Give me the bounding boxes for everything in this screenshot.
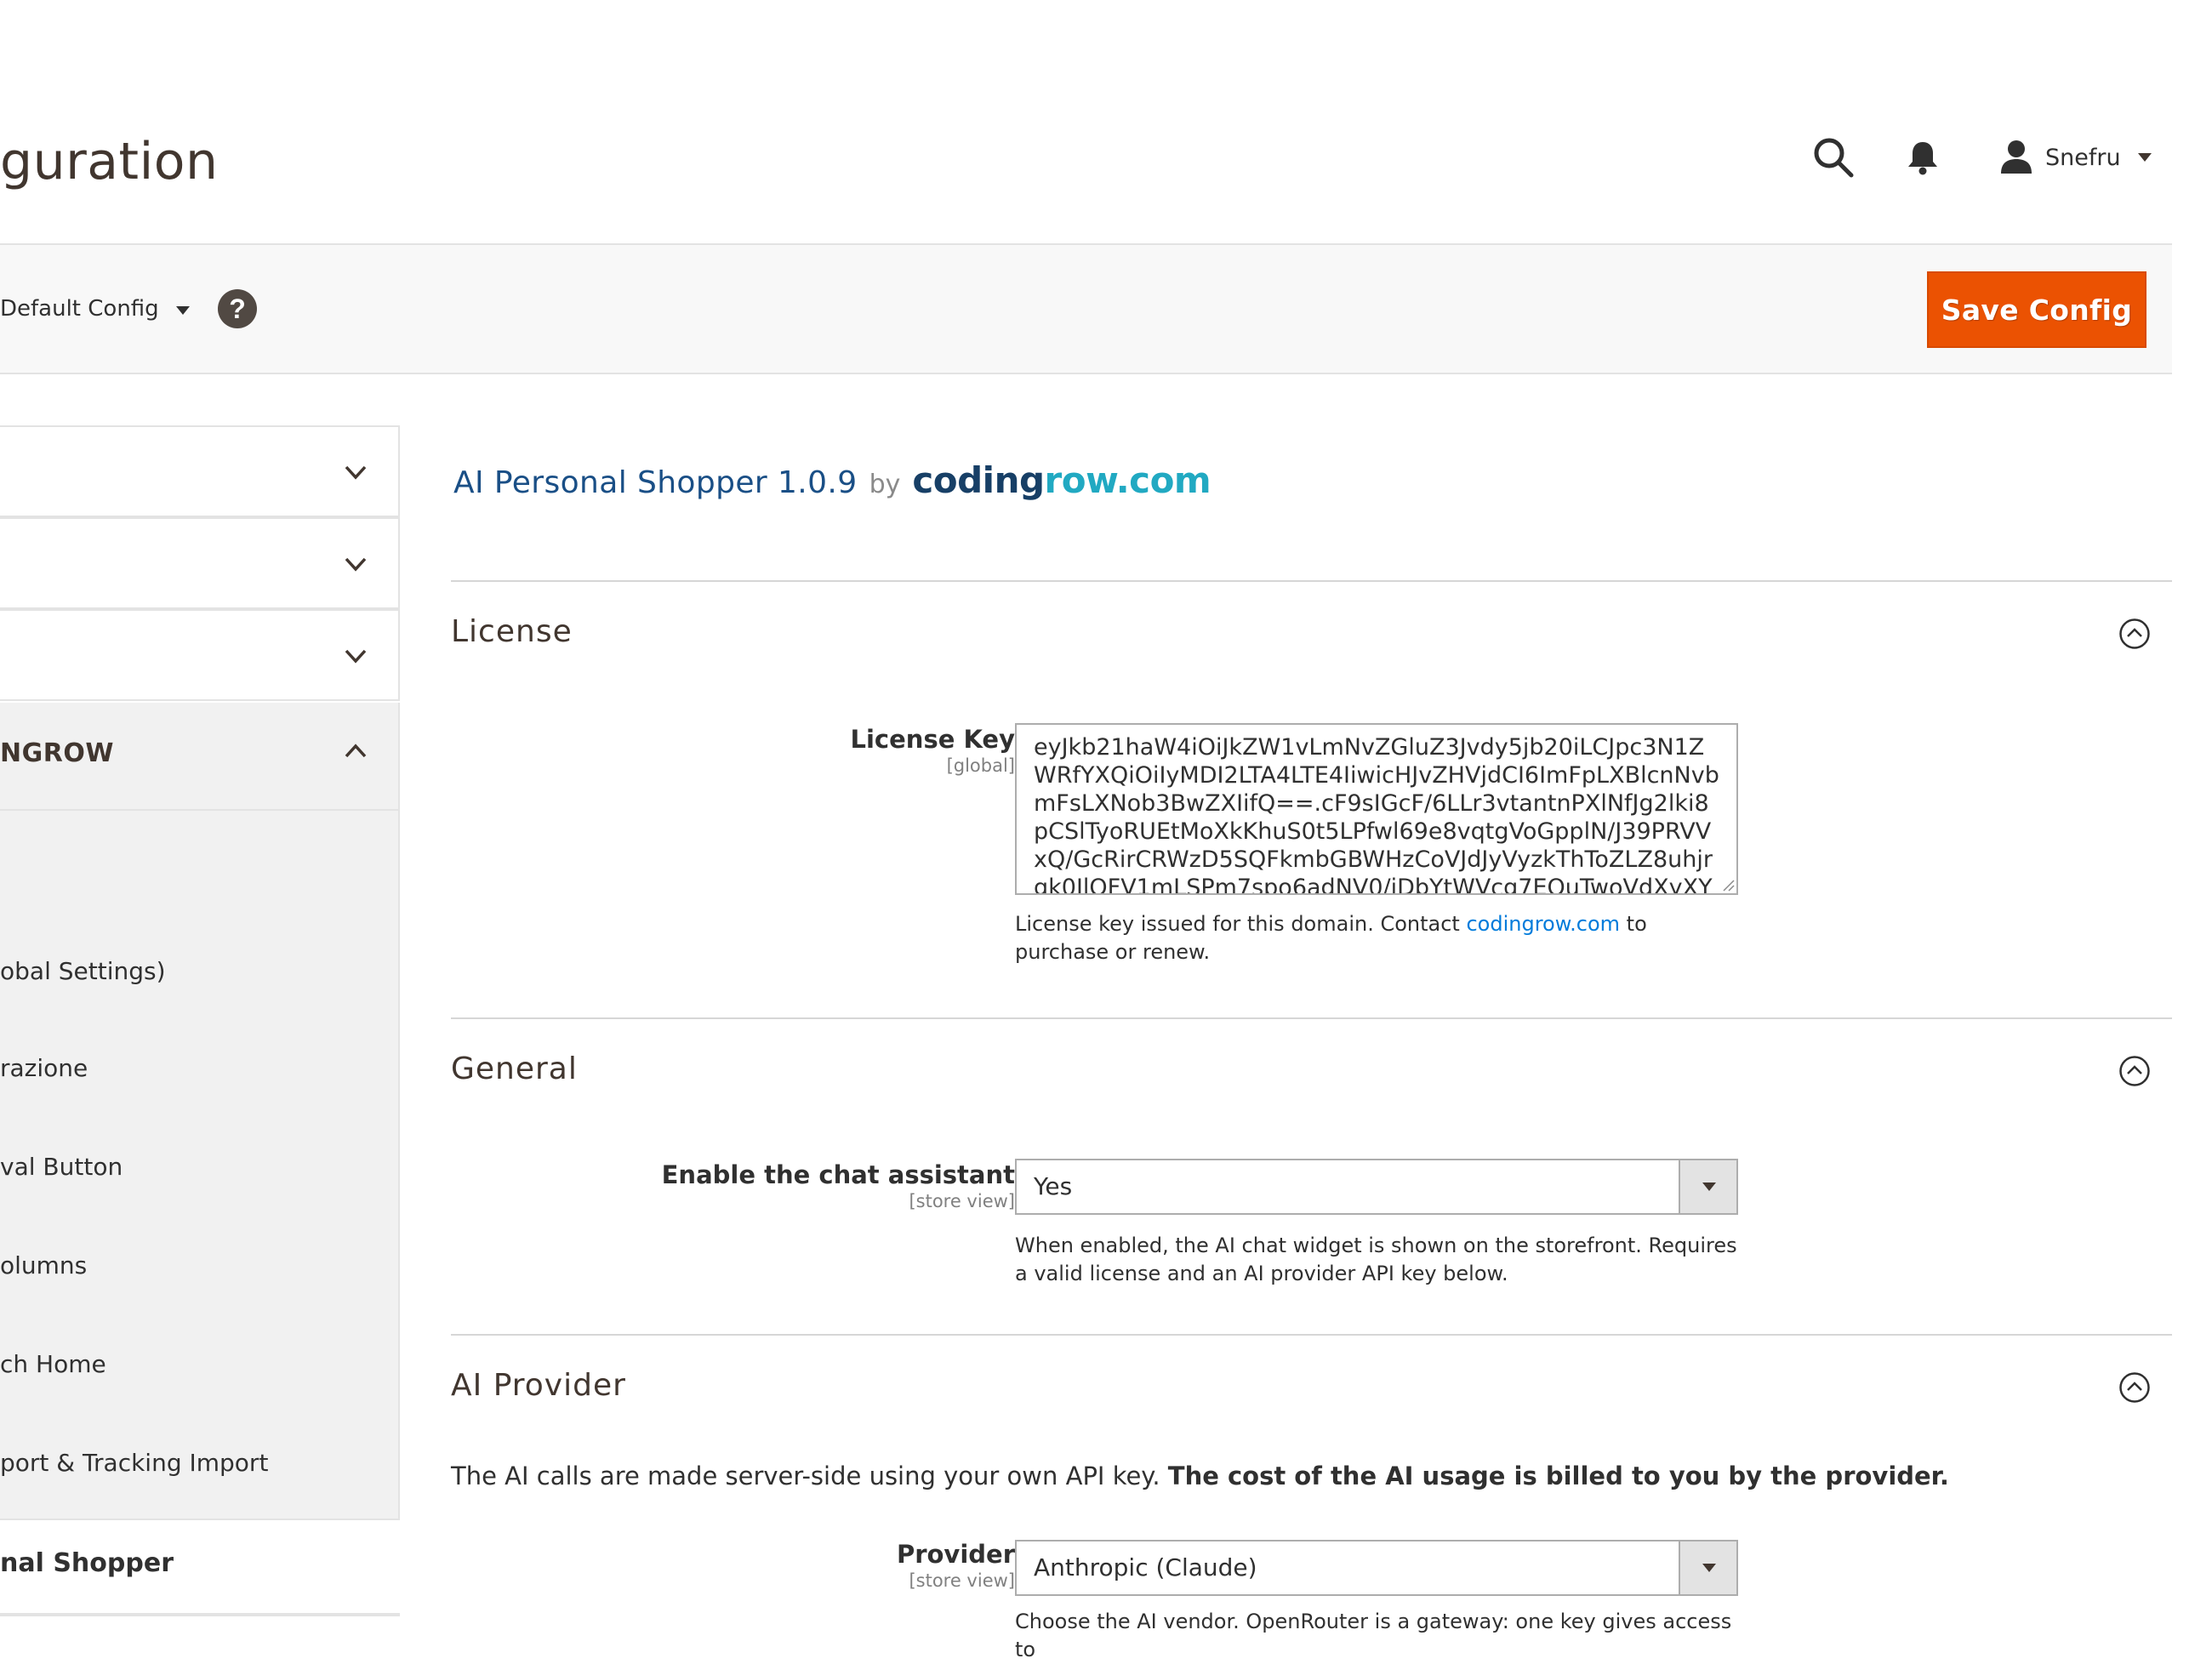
user-icon [2001, 140, 2032, 174]
chevron-up-icon [345, 744, 367, 758]
select-value: Anthropic (Claude) [1034, 1553, 1257, 1581]
sidebar-tab-collapsed-1[interactable] [0, 425, 400, 517]
chevron-down-icon [2137, 153, 2152, 162]
extension-name: AI Personal Shopper 1.0.9 [453, 465, 858, 500]
bell-icon[interactable] [1906, 140, 1940, 175]
scope-switcher[interactable]: Default Config [0, 296, 190, 322]
sidebar-item[interactable]: razione [0, 1054, 88, 1082]
sidebar-item[interactable]: olumns [0, 1251, 87, 1279]
chevron-down-icon [1702, 1564, 1716, 1572]
extension-header: AI Personal Shopper 1.0.9 by codingrow.c… [453, 459, 1211, 501]
sidebar-item-list: obal Settings) razione val Button olumns… [0, 811, 400, 1520]
scope-label: Default Config [0, 296, 159, 322]
select-value: Yes [1034, 1172, 1073, 1200]
sidebar-item[interactable]: val Button [0, 1153, 123, 1181]
section-general: General Enable the chat assistant [store… [451, 1017, 2172, 1334]
ai-provider-intro: The AI calls are made server-side using … [451, 1462, 1949, 1490]
section-license: License License Key [global] eyJkb21haW4… [451, 580, 2172, 1017]
section-title[interactable]: License [451, 614, 573, 649]
collapse-up-icon[interactable] [2118, 1055, 2151, 1087]
extension-by: by [869, 470, 901, 499]
section-title[interactable]: AI Provider [451, 1368, 626, 1403]
save-config-button[interactable]: Save Config [1927, 271, 2146, 348]
license-key-note: License key issued for this domain. Cont… [1015, 912, 1647, 964]
license-key-textarea[interactable]: eyJkb21haW4iOiJkZW1vLmNvZGluZ3Jvdy5jb20i… [1015, 723, 1738, 895]
license-key-label: License Key [global] [850, 725, 1015, 776]
provider-select[interactable]: Anthropic (Claude) [1015, 1540, 1738, 1596]
sidebar-tab-codingrow[interactable]: NGROW [0, 703, 400, 811]
enable-chat-select[interactable]: Yes [1015, 1159, 1738, 1215]
sidebar-item[interactable]: port & Tracking Import [0, 1449, 268, 1477]
codingrow-link[interactable]: codingrow.com [1466, 912, 1620, 936]
sidebar-item-active[interactable]: nal Shopper [0, 1548, 174, 1578]
sidebar-tab-collapsed-3[interactable] [0, 609, 400, 701]
sidebar-tab-label: NGROW [0, 738, 114, 768]
config-sidebar: NGROW obal Settings) razione val Button … [0, 425, 400, 1616]
enable-chat-note: When enabled, the AI chat widget is show… [1015, 1234, 1737, 1285]
select-arrow [1679, 1541, 1736, 1594]
search-icon[interactable] [1812, 136, 1855, 179]
chevron-down-icon [175, 306, 190, 315]
collapse-up-icon[interactable] [2118, 1371, 2151, 1404]
scope-bar: Default Config ? Save Config [0, 243, 2172, 374]
chevron-down-icon [1702, 1182, 1716, 1191]
help-icon[interactable]: ? [218, 289, 257, 328]
section-title[interactable]: General [451, 1051, 578, 1086]
sidebar-tab-collapsed-2[interactable] [0, 517, 400, 609]
section-ai-provider: AI Provider The AI calls are made server… [451, 1334, 2172, 1661]
sidebar-item[interactable]: obal Settings) [0, 957, 166, 985]
chevron-down-icon [345, 557, 367, 572]
sidebar-item[interactable]: ch Home [0, 1350, 106, 1378]
collapse-up-icon[interactable] [2118, 618, 2151, 650]
sidebar-divider [0, 1613, 400, 1616]
enable-chat-label: Enable the chat assistant [store view] [661, 1160, 1015, 1211]
user-name: Snefru [2045, 144, 2121, 171]
chevron-down-icon [345, 649, 367, 664]
resize-grip-icon[interactable] [1721, 878, 1735, 892]
chevron-down-icon [345, 465, 367, 480]
codingrow-logo: codingrow.com [912, 459, 1211, 501]
user-menu[interactable]: Snefru [1999, 136, 2152, 179]
page-title: guration [0, 132, 219, 191]
license-key-value: eyJkb21haW4iOiJkZW1vLmNvZGluZ3Jvdy5jb20i… [1034, 734, 1719, 895]
provider-label: Provider [store view] [896, 1540, 1015, 1591]
select-arrow [1679, 1160, 1736, 1213]
